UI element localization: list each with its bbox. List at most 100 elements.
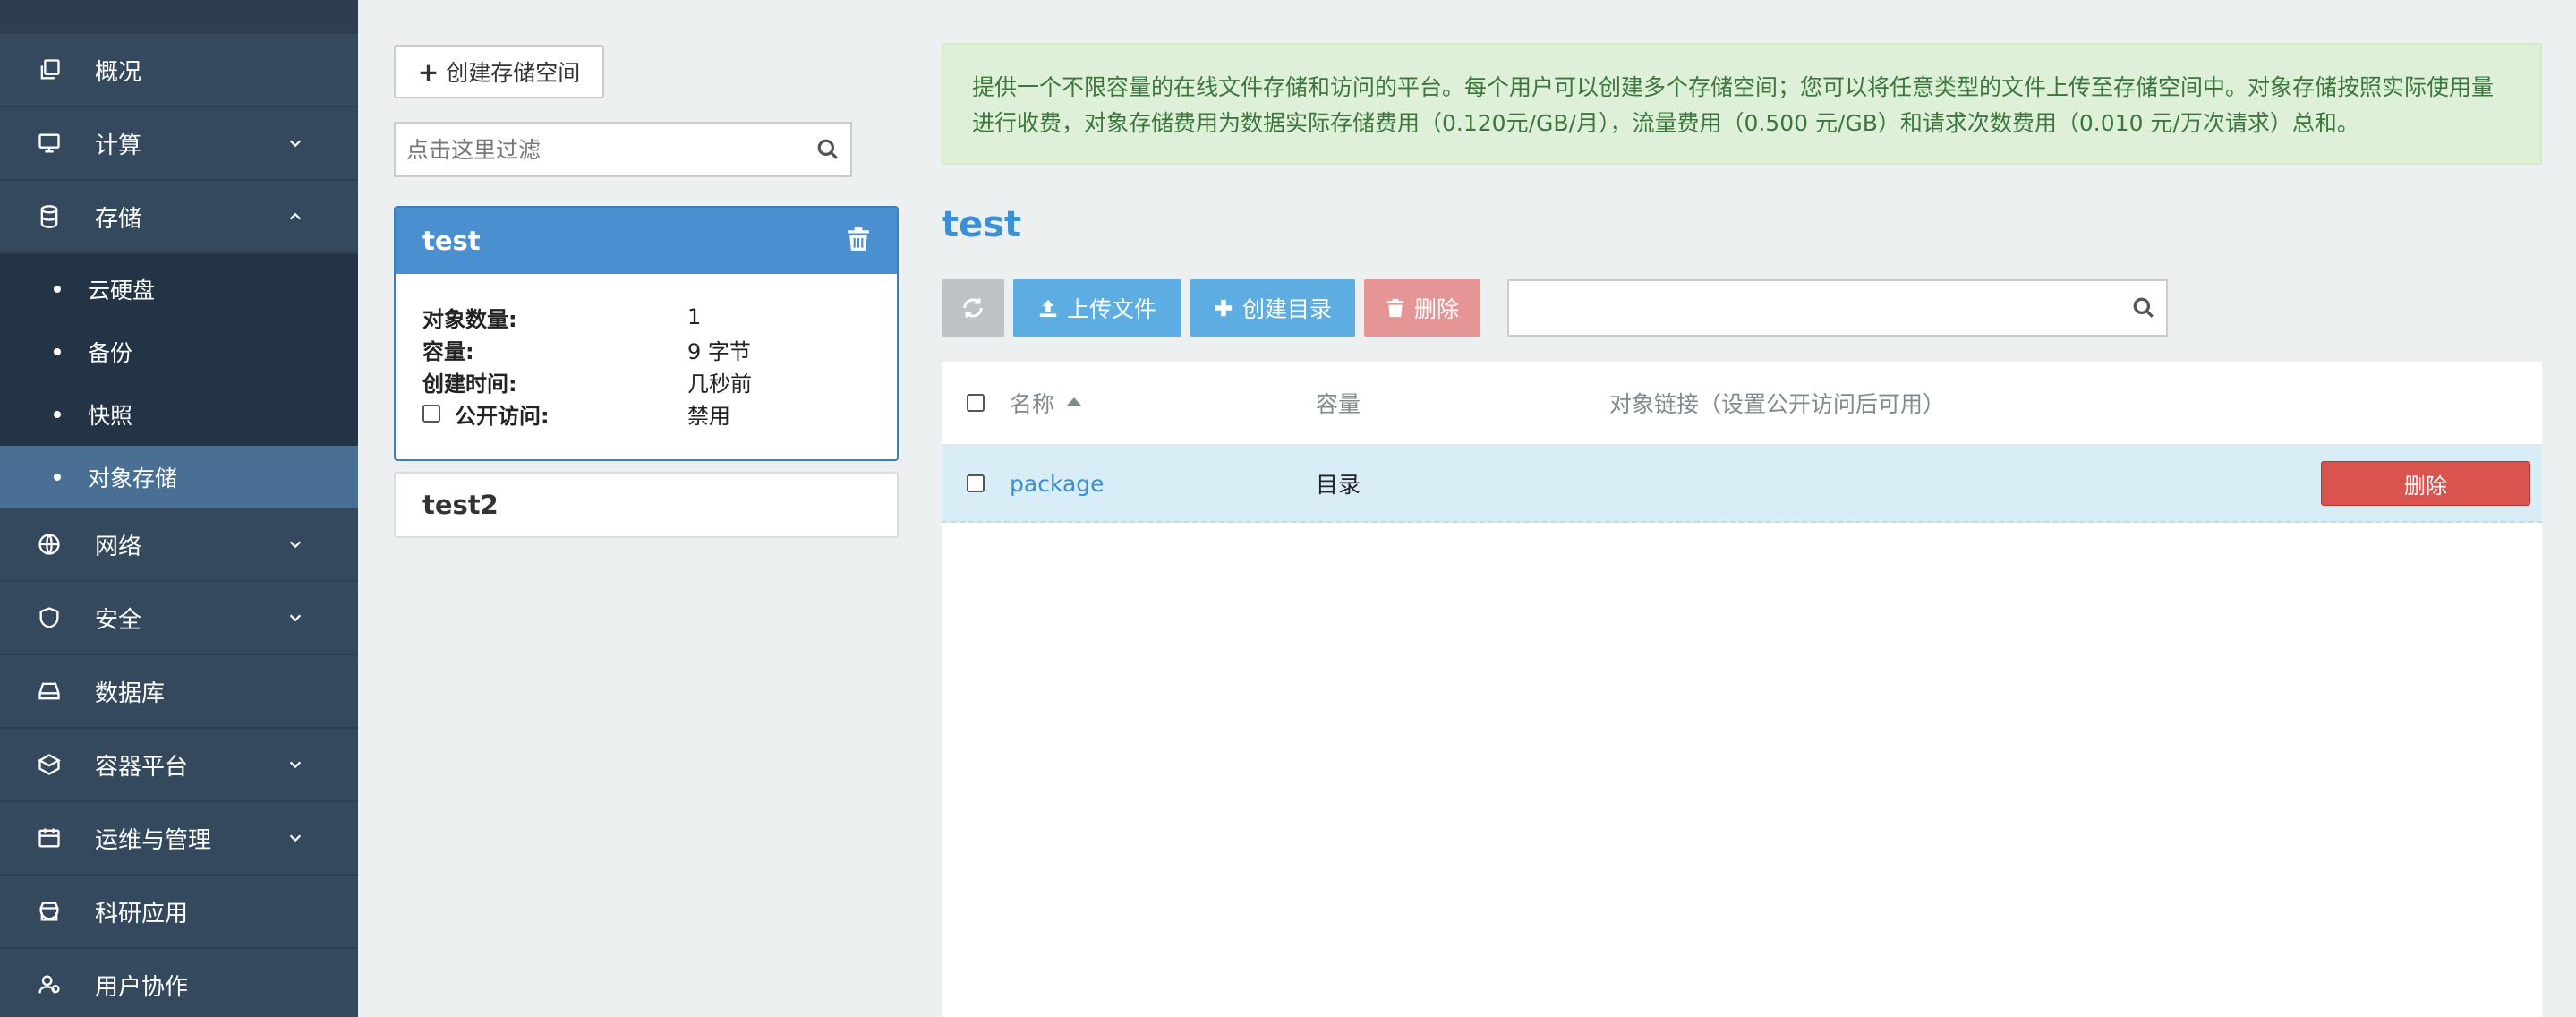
header-name[interactable]: 名称 [1010,387,1316,419]
sidebar-item-label: 存储 [95,205,142,233]
sidebar-subitem-cloud-disk[interactable]: 云硬盘 [0,258,358,320]
cube-icon [36,751,63,778]
sidebar-subitem-label: 快照 [88,403,133,429]
globe-icon [36,531,63,558]
sidebar-item-label: 网络 [95,533,142,560]
sidebar-item-ops-management[interactable]: 运维与管理 [0,802,358,876]
upload-label: 上传文件 [1066,296,1156,322]
chevron-down-icon [286,535,304,553]
storage-submenu: 云硬盘 备份 快照 对象存储 [0,254,358,508]
mkdir-label: 创建目录 [1241,296,1332,322]
info-value: 9 字节 [687,338,751,364]
header-link: 对象链接（设置公开访问后可用） [1609,391,1946,417]
bullet-icon [54,411,61,418]
info-row-capacity: 容量: 9 字节 [422,333,870,365]
page-title: test [942,204,1022,245]
table-row[interactable]: package 目录 删除 [942,446,2542,523]
object-link[interactable]: package [1010,471,1105,497]
chevron-down-icon [286,609,304,627]
object-search-input[interactable] [1509,281,2121,335]
search-icon[interactable] [806,138,850,161]
sidebar-item-security[interactable]: 安全 [0,582,358,655]
sidebar-item-compute[interactable]: 计算 [0,107,358,181]
info-banner: 提供一个不限容量的在线文件存储和访问的平台。每个用户可以创建多个存储空间；您可以… [942,43,2542,165]
info-label: 公开访问: [455,403,550,429]
sidebar-item-label: 运维与管理 [95,826,212,854]
create-directory-button[interactable]: 创建目录 [1190,279,1355,337]
chevron-up-icon [286,208,304,226]
info-value: 1 [687,304,702,329]
row-checkbox[interactable] [967,474,985,492]
sidebar-item-user-collab[interactable]: 用户协作 [0,949,358,1017]
info-label: 容量: [422,338,474,364]
chevron-down-icon [286,134,304,152]
table-header: 名称 容量 对象链接（设置公开访问后可用） [942,362,2542,446]
delete-button[interactable]: 删除 [1364,279,1480,337]
sidebar-item-database[interactable]: 数据库 [0,655,358,729]
header-size: 容量 [1316,391,1361,417]
chevron-down-icon [286,829,304,847]
object-search [1507,279,2168,337]
row-action-cell: 删除 [2309,461,2542,506]
row-name-cell: package [1010,471,1316,497]
copy-icon [36,56,63,83]
select-all-checkbox[interactable] [967,394,985,412]
bullet-icon [54,348,61,355]
info-row-created: 创建时间: 几秒前 [422,365,870,397]
bullet-icon [54,474,61,481]
info-row-public-access: 公开访问: 禁用 [422,397,870,430]
row-check-cell [942,474,1010,492]
sidebar-item-label: 概况 [95,58,142,86]
sidebar-subitem-label: 备份 [88,340,133,366]
sidebar-topbar [0,0,358,34]
sidebar-subitem-label: 对象存储 [88,466,178,491]
sidebar-subitem-backup[interactable]: 备份 [0,320,358,383]
sidebar: 概况 计算 存储 云硬盘 备份 快照 对象存储 网络 安全 数据库 容器平台 运… [0,0,358,1017]
database-icon [36,203,63,230]
sidebar-item-research-apps[interactable]: 科研应用 [0,876,358,949]
trash-icon[interactable] [847,226,870,255]
create-bucket-button[interactable]: + 创建存储空间 [394,45,604,98]
bucket-name: test2 [422,490,499,520]
plus-icon [1215,299,1233,317]
upload-icon [1039,299,1057,318]
drive-icon [36,678,63,705]
sidebar-item-container-platform[interactable]: 容器平台 [0,729,358,802]
bucket-name: test [422,226,481,256]
sidebar-item-storage[interactable]: 存储 [0,181,358,254]
plus-icon: + [417,56,439,87]
row-delete-button[interactable]: 删除 [2321,461,2530,506]
users-icon [36,971,63,998]
chevron-down-icon [286,756,304,773]
sidebar-subitem-object-storage[interactable]: 对象存储 [0,446,358,508]
sidebar-subitem-snapshot[interactable]: 快照 [0,383,358,446]
info-row-object-count: 对象数量: 1 [422,301,870,333]
search-icon[interactable] [2121,296,2166,320]
refresh-icon [963,298,983,318]
sidebar-item-label: 计算 [95,132,142,159]
refresh-button[interactable] [942,279,1004,337]
header-name-label: 名称 [1010,391,1055,417]
bucket-card[interactable]: test2 [394,472,899,538]
bucket-card-selected[interactable]: test 对象数量: 1 容量: 9 字节 创建时间: 几秒前 公开访问: 禁用 [394,206,899,461]
store-icon [36,898,63,925]
sidebar-item-network[interactable]: 网络 [0,508,358,582]
sidebar-item-label: 安全 [95,606,142,634]
sidebar-item-label: 科研应用 [95,900,189,927]
sort-asc-icon [1067,397,1082,406]
sidebar-subitem-label: 云硬盘 [88,278,156,303]
shield-icon [36,604,63,631]
bucket-filter-input[interactable] [396,124,806,175]
info-label: 创建时间: [422,371,517,397]
sidebar-item-overview[interactable]: 概况 [0,34,358,107]
toolbar: 上传文件 创建目录 删除 [942,279,1480,337]
public-access-checkbox[interactable] [422,405,440,423]
public-access-toggle: 公开访问: [422,398,687,430]
info-label: 对象数量: [422,306,517,332]
sidebar-item-label: 数据库 [95,679,166,707]
bucket-info: 对象数量: 1 容量: 9 字节 创建时间: 几秒前 公开访问: 禁用 [396,274,897,430]
sidebar-item-label: 用户协作 [95,973,189,1001]
row-size-cell: 目录 [1316,472,1361,498]
upload-file-button[interactable]: 上传文件 [1013,279,1181,337]
header-check-cell [942,394,1010,412]
